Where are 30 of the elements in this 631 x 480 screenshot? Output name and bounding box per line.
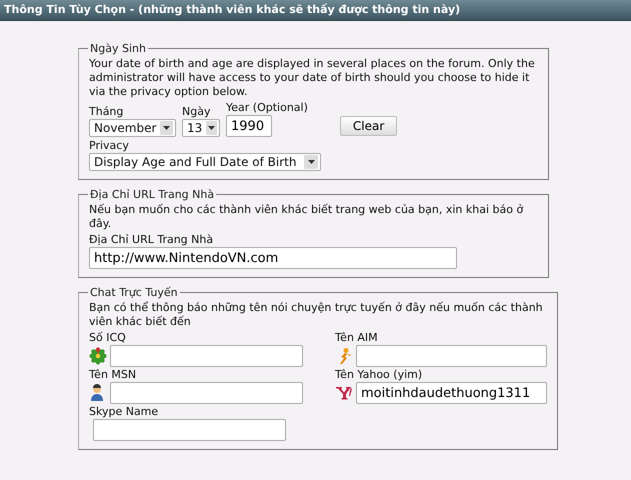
field-label: Tên AIM	[335, 331, 379, 345]
field-label: Tên MSN	[89, 368, 138, 382]
field-label: Tháng	[89, 105, 124, 119]
field-label: Skype Name	[89, 405, 160, 419]
panel-legend: Địa Chỉ URL Trang Nhà	[88, 188, 216, 201]
username-field[interactable]	[93, 419, 286, 441]
field-label: Ngày	[182, 105, 212, 119]
username-field[interactable]: moitinhdaudethuong1311	[356, 382, 547, 404]
field-label: Year (Optional)	[226, 101, 308, 115]
field-label: Số ICQ	[89, 331, 127, 345]
clear-button[interactable]: Clear	[340, 116, 398, 136]
url-field[interactable]: http://www.NintendoVN.com	[89, 247, 457, 269]
flower-icon	[89, 347, 107, 365]
description-text: Nếu bạn muốn cho các thành viên khác biết trang web của bạn, xin khai báo ở đây.	[89, 203, 524, 231]
panel-legend: Chat Trực Tuyến	[88, 286, 180, 299]
day-select[interactable]: 13	[182, 119, 220, 137]
username-field[interactable]	[110, 345, 303, 367]
panel-legend: Ngày Sinh	[88, 42, 148, 55]
year-field[interactable]: 1990	[226, 115, 272, 137]
description-text: Bạn có thể thông báo những tên nói chuyện trực tuyến ở đây nếu muốn các thành viên khác biết đến	[89, 301, 544, 329]
y-logo-icon	[335, 384, 353, 402]
month-select[interactable]: November	[89, 119, 176, 137]
username-field[interactable]	[356, 345, 547, 367]
description-text: Your date of birth and age are displayed in several places on the forum. Only the administrator will have access to your date of birth should you choose to hide it via the privacy option below.	[89, 57, 536, 99]
username-field[interactable]	[110, 382, 303, 404]
privacy-select[interactable]: Display Age and Full Date of Birth	[89, 153, 321, 171]
field-label: Địa Chỉ URL Trang Nhà	[89, 233, 214, 247]
field-label: Tên Yahoo (yim)	[335, 368, 424, 382]
section-title: Thông Tin Tùy Chọn - (những thành viên khác sẽ thấy được thông tin này)	[0, 0, 631, 21]
field-label: Privacy	[89, 139, 130, 153]
